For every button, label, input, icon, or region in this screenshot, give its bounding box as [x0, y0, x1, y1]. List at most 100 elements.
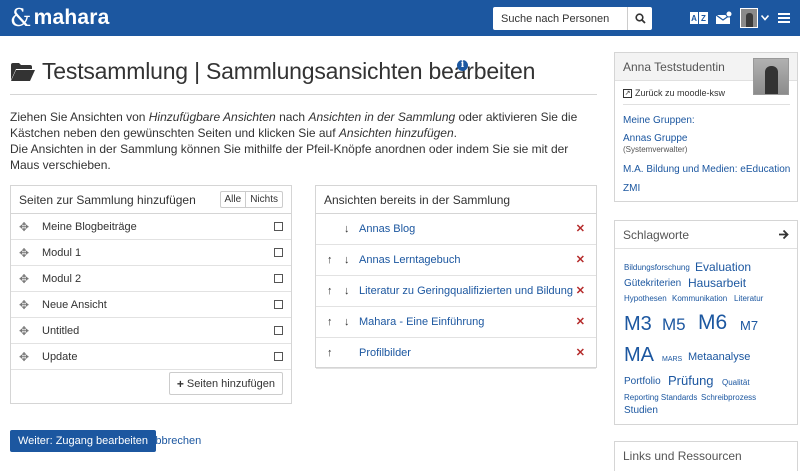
move-down-icon[interactable]: ↓ — [344, 223, 350, 235]
search-input[interactable] — [493, 7, 627, 30]
available-page-label: Update — [42, 350, 78, 363]
instructions: Ziehen Sie Ansichten von Hinzufügbare An… — [10, 109, 600, 173]
tag-link[interactable]: MA — [624, 345, 654, 365]
remove-icon[interactable]: ✕ — [576, 284, 585, 297]
collection-page-row[interactable]: ↑ Profilbilder ✕ — [316, 338, 596, 369]
page-checkbox[interactable] — [274, 326, 283, 335]
collection-page-link[interactable]: Annas Blog — [359, 223, 415, 235]
arrow-right-icon[interactable] — [778, 229, 789, 240]
links-title: Links und Ressourcen — [623, 449, 742, 463]
logo-text: mahara — [33, 6, 110, 29]
links-header: Links und Ressourcen — [615, 442, 797, 470]
avatar-icon[interactable] — [740, 8, 758, 28]
tag-link[interactable]: Hausarbeit — [688, 277, 746, 289]
tag-link[interactable]: Schreibprozess — [701, 394, 756, 402]
add-pages-title: Seiten zur Sammlung hinzufügen — [19, 192, 196, 207]
collection-page-row[interactable]: ↓ Annas Blog ✕ — [316, 214, 596, 245]
language-icon[interactable]: A Z — [690, 12, 708, 24]
page-checkbox[interactable] — [274, 222, 283, 231]
collection-page-link[interactable]: Literatur zu Geringqualifizierten und Bi… — [359, 285, 573, 297]
sidebar-divider — [623, 104, 790, 105]
group-link[interactable]: Annas Gruppe — [623, 133, 688, 144]
tag-link[interactable]: M5 — [662, 316, 686, 333]
inbox-icon[interactable] — [716, 11, 732, 25]
move-up-icon[interactable]: ↑ — [327, 285, 333, 297]
move-down-icon[interactable]: ↓ — [344, 285, 350, 297]
profile-picture[interactable] — [753, 58, 789, 95]
select-none-button[interactable]: Nichts — [245, 192, 282, 207]
tag-link[interactable]: Hypothesen — [624, 295, 667, 303]
collection-panel: Ansichten bereits in der Sammlung ↓ Annas… — [315, 185, 597, 369]
tag-link[interactable]: M7 — [740, 319, 758, 332]
instr-text: nach — [275, 110, 309, 124]
back-to-moodle-link[interactable]: ↗ Zurück zu moodle-ksw — [623, 88, 725, 98]
collection-page-row[interactable]: ↑ ↓ Annas Lerntagebuch ✕ — [316, 245, 596, 276]
collection-page-row[interactable]: ↑ ↓ Literatur zu Geringqualifizierten und … — [316, 276, 596, 307]
collection-page-link[interactable]: Mahara - Eine Einführung — [359, 316, 484, 328]
tag-link[interactable]: Kommunikation — [672, 295, 727, 303]
remove-icon[interactable]: ✕ — [576, 222, 585, 235]
select-all-button[interactable]: Alle — [221, 192, 246, 207]
available-page-row[interactable]: ✥ Modul 2 — [11, 266, 291, 292]
available-page-row[interactable]: ✥ Meine Blogbeiträge — [11, 214, 291, 240]
remove-icon[interactable]: ✕ — [576, 346, 585, 359]
info-icon[interactable]: i — [457, 60, 468, 71]
tag-link[interactable]: Qualität — [722, 379, 750, 387]
available-page-row[interactable]: ✥ Neue Ansicht — [11, 292, 291, 318]
available-page-label: Modul 2 — [42, 272, 82, 285]
move-up-icon[interactable]: ↑ — [327, 254, 333, 266]
available-page-label: Meine Blogbeiträge — [42, 220, 137, 233]
top-navbar: & mahara A Z — [0, 0, 800, 36]
hamburger-menu-icon[interactable] — [778, 13, 790, 23]
available-page-row[interactable]: ✥ Update — [11, 344, 291, 370]
add-pages-button[interactable]: + Seiten hinzufügen — [168, 372, 283, 395]
move-up-icon[interactable]: ↑ — [327, 316, 333, 328]
tag-link[interactable]: M3 — [624, 314, 652, 334]
instr-emphasis: Ansichten hinzufügen — [338, 126, 454, 140]
page-checkbox[interactable] — [274, 248, 283, 257]
move-up-icon[interactable]: ↑ — [327, 347, 333, 359]
collection-page-link[interactable]: Profilbilder — [359, 347, 411, 359]
tag-link[interactable]: Gütekriterien — [624, 279, 681, 289]
mahara-logo[interactable]: & mahara — [10, 4, 110, 32]
tag-link[interactable]: Reporting Standards — [624, 394, 697, 402]
collection-page-row[interactable]: ↑ ↓ Mahara - Eine Einführung ✕ — [316, 307, 596, 338]
tag-link[interactable]: MARS — [662, 356, 682, 363]
collection-page-link[interactable]: Annas Lerntagebuch — [359, 254, 461, 266]
collection-header: Ansichten bereits in der Sammlung — [316, 186, 596, 214]
move-icon[interactable]: ✥ — [19, 273, 31, 285]
available-page-row[interactable]: ✥ Modul 1 — [11, 240, 291, 266]
move-icon[interactable]: ✥ — [19, 325, 31, 337]
move-icon[interactable]: ✥ — [19, 299, 31, 311]
tag-link[interactable]: Metaanalyse — [688, 352, 750, 363]
tag-link[interactable]: Prüfung — [668, 374, 714, 387]
available-pages-list: ✥ Meine Blogbeiträge ✥ Modul 1 ✥ Modul 2 ✥ Neue… — [11, 214, 291, 370]
search-button[interactable] — [627, 7, 652, 30]
user-name[interactable]: Anna Teststudentin — [623, 60, 725, 74]
tag-link[interactable]: Evaluation — [695, 261, 751, 273]
group-link[interactable]: M.A. Bildung und Medien: eEducation — [623, 164, 790, 175]
page-checkbox[interactable] — [274, 274, 283, 283]
tag-link[interactable]: Studien — [624, 406, 658, 416]
page-checkbox[interactable] — [274, 300, 283, 309]
move-down-icon[interactable]: ↓ — [344, 316, 350, 328]
tag-link[interactable]: Bildungsforschung — [624, 264, 690, 272]
page-heading: Testsammlung | Sammlungsansichten bearbe… — [10, 58, 535, 85]
tag-link[interactable]: Literatur — [734, 295, 763, 303]
remove-icon[interactable]: ✕ — [576, 315, 585, 328]
move-icon[interactable]: ✥ — [19, 351, 31, 363]
page-checkbox[interactable] — [274, 352, 283, 361]
move-icon[interactable]: ✥ — [19, 221, 31, 233]
remove-icon[interactable]: ✕ — [576, 253, 585, 266]
group-link[interactable]: ZMI — [623, 183, 640, 194]
title-divider — [10, 94, 597, 95]
group-role: (Systemverwalter) — [623, 145, 688, 154]
move-icon[interactable]: ✥ — [19, 247, 31, 259]
available-page-row[interactable]: ✥ Untitled — [11, 318, 291, 344]
move-down-icon[interactable]: ↓ — [344, 254, 350, 266]
next-edit-access-button[interactable]: Weiter: Zugang bearbeiten — [10, 430, 157, 452]
tag-link[interactable]: Portfolio — [624, 377, 661, 387]
cancel-link[interactable]: Abbrechen — [148, 435, 201, 447]
chevron-down-icon[interactable] — [761, 15, 769, 21]
tag-link[interactable]: M6 — [698, 312, 727, 333]
